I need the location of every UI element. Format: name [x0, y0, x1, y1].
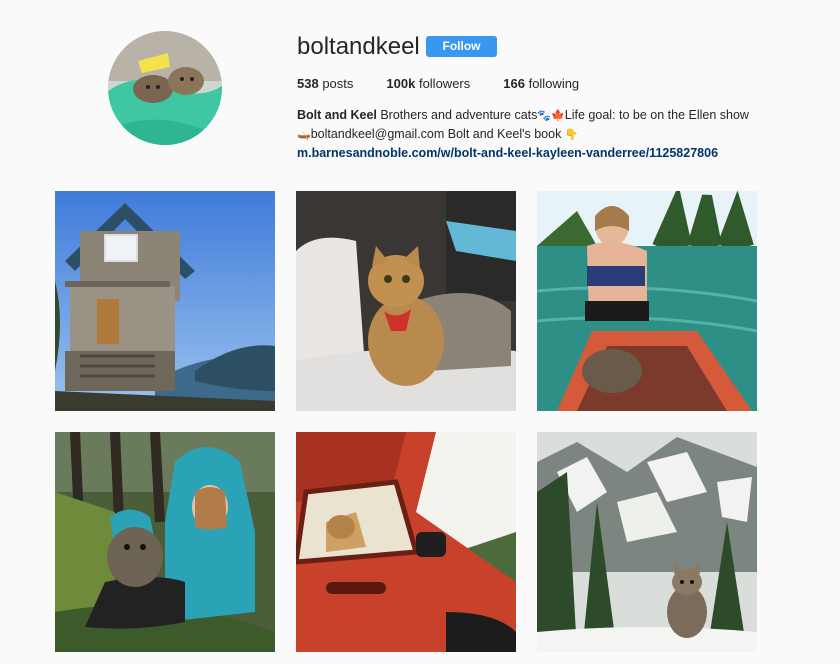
profile-avatar[interactable]	[108, 31, 222, 145]
bio-text-3: boltandkeel@gmail.com Bolt and Keel's bo…	[310, 127, 565, 141]
pointing-down-icon: 👇	[564, 129, 579, 141]
woman-canoe-photo-icon	[537, 191, 757, 411]
post-tile-2[interactable]	[296, 191, 516, 411]
cabin-photo-icon	[55, 191, 275, 411]
snowy-mountain-cat-photo-icon	[537, 432, 757, 652]
stat-posts[interactable]: 538 posts	[297, 76, 353, 91]
stat-posts-label: posts	[322, 76, 354, 91]
post-tile-5[interactable]	[296, 432, 516, 652]
stat-followers[interactable]: 100k followers	[386, 76, 470, 91]
stat-followers-count: 100k	[386, 76, 416, 91]
profile-stats: 538 posts 100k followers 166 following	[297, 76, 612, 91]
bio-link[interactable]: m.barnesandnoble.com/w/bolt-and-keel-kay…	[297, 146, 718, 160]
post-tile-6[interactable]	[537, 432, 757, 652]
canoe-icon: 🛶	[297, 129, 311, 141]
bio-text-2: Life goal: to be on the Ellen show	[564, 108, 749, 122]
stat-following[interactable]: 166 following	[503, 76, 579, 91]
profile-bio: Bolt and Keel Brothers and adventure cat…	[297, 106, 777, 162]
hooded-woman-cat-photo-icon	[55, 432, 275, 652]
bio-name: Bolt and Keel	[297, 108, 377, 122]
stat-following-count: 166	[503, 76, 525, 91]
cat-on-pillow-photo-icon	[296, 191, 516, 411]
post-tile-1[interactable]	[55, 191, 275, 411]
stat-following-label: following	[528, 76, 580, 91]
follow-button[interactable]: Follow	[426, 36, 497, 57]
post-tile-4[interactable]	[55, 432, 275, 652]
bio-text-1: Brothers and adventure cats	[376, 108, 538, 122]
maple-leaf-icon: 🍁	[551, 110, 565, 122]
paw-prints-icon: 🐾	[537, 110, 552, 122]
profile-username: boltandkeel	[297, 33, 420, 60]
post-tile-3[interactable]	[537, 191, 757, 411]
stat-followers-label: followers	[418, 76, 471, 91]
red-car-cat-photo-icon	[296, 432, 516, 652]
stat-posts-count: 538	[297, 76, 319, 91]
